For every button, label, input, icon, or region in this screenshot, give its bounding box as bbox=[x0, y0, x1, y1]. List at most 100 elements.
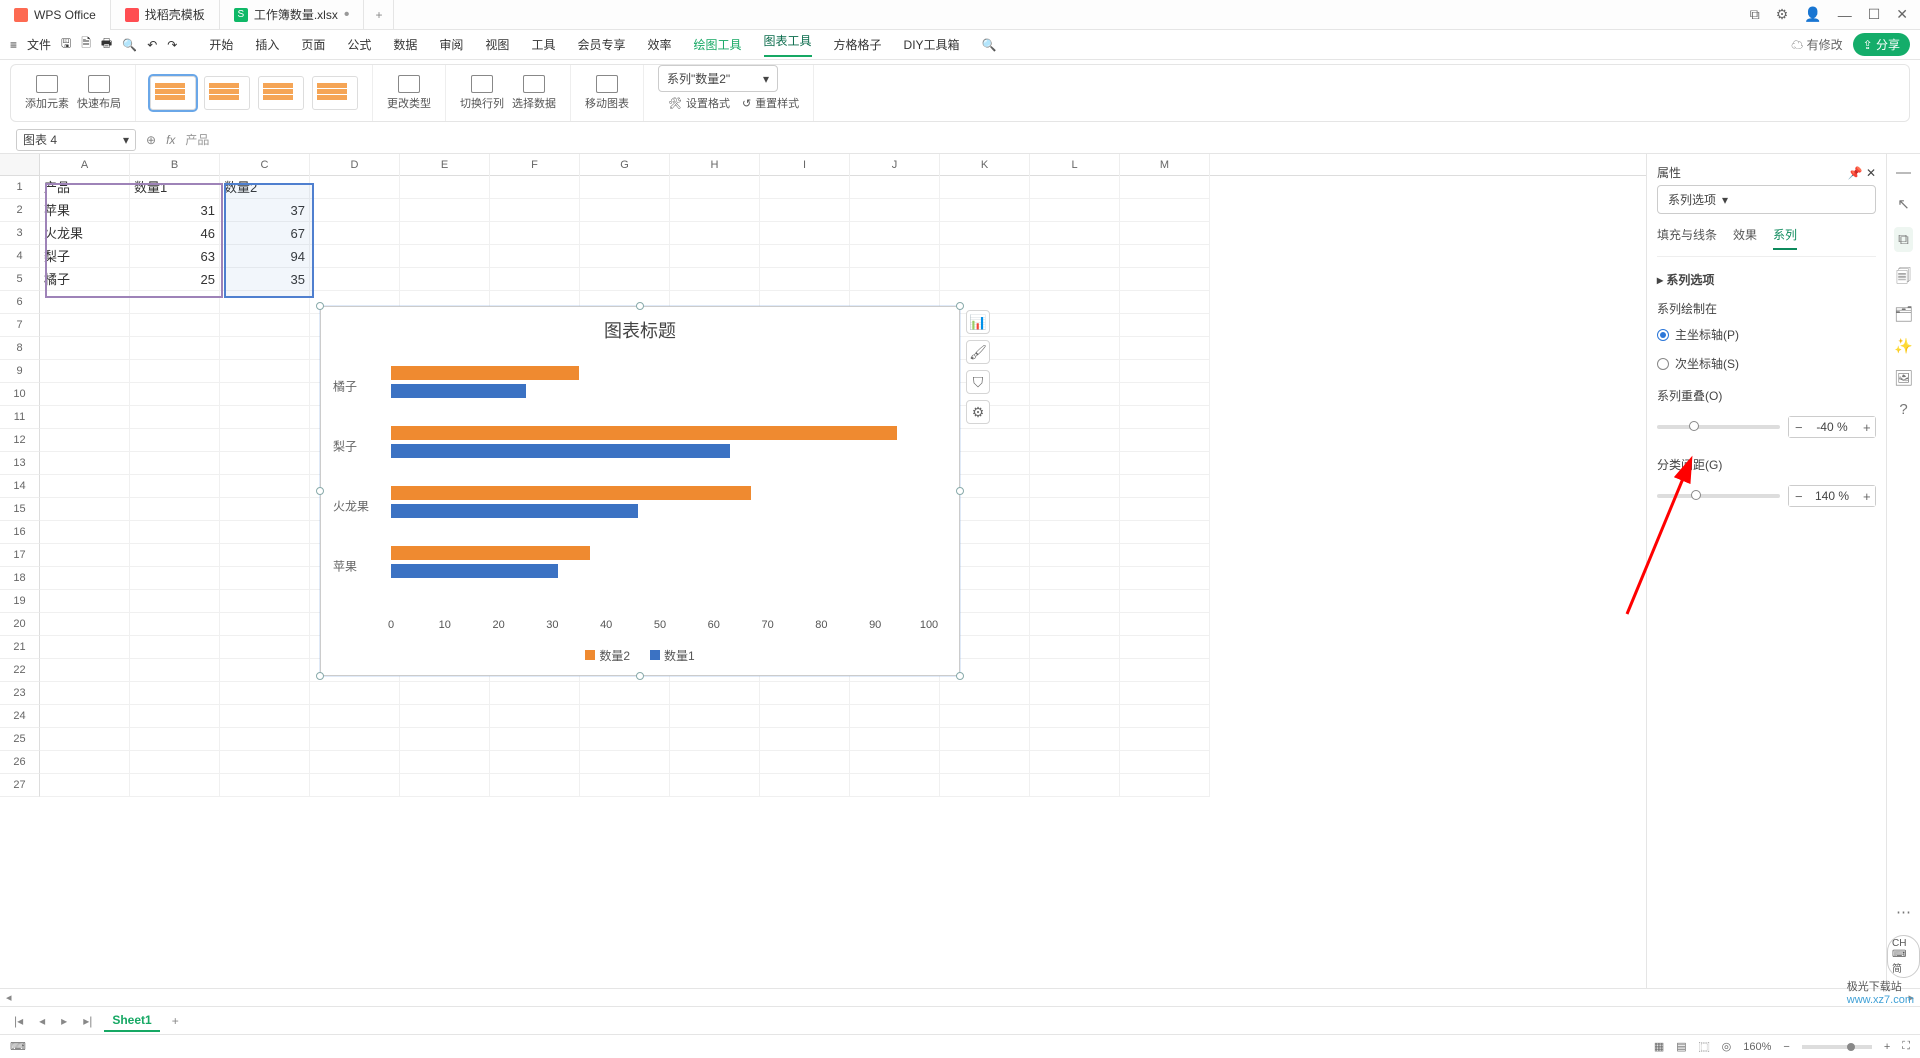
col-header[interactable]: D bbox=[310, 154, 400, 176]
cell[interactable] bbox=[760, 728, 850, 751]
cell[interactable] bbox=[1030, 291, 1120, 314]
cell[interactable] bbox=[940, 705, 1030, 728]
cell[interactable] bbox=[670, 199, 760, 222]
col-header[interactable]: M bbox=[1120, 154, 1210, 176]
cell[interactable] bbox=[220, 613, 310, 636]
add-sheet-button[interactable]: + bbox=[168, 1014, 183, 1028]
cell[interactable] bbox=[40, 705, 130, 728]
tab-drawing[interactable]: 绘图工具 bbox=[693, 36, 741, 53]
spreadsheet-grid[interactable]: ABCDEFGHIJKLM 1产品数量1数量22苹果31373火龙果46674梨… bbox=[0, 154, 1646, 988]
tab-start[interactable]: 开始 bbox=[209, 36, 233, 53]
cell[interactable] bbox=[220, 360, 310, 383]
cell[interactable] bbox=[940, 268, 1030, 291]
cell[interactable] bbox=[130, 406, 220, 429]
col-header[interactable]: F bbox=[490, 154, 580, 176]
cell[interactable] bbox=[40, 337, 130, 360]
cell[interactable] bbox=[220, 682, 310, 705]
cell[interactable] bbox=[1030, 406, 1120, 429]
cell[interactable] bbox=[580, 705, 670, 728]
row-header[interactable]: 1 bbox=[0, 176, 40, 199]
cell[interactable] bbox=[310, 751, 400, 774]
cell[interactable] bbox=[310, 774, 400, 797]
cell[interactable] bbox=[670, 774, 760, 797]
cell[interactable] bbox=[850, 245, 940, 268]
cell[interactable] bbox=[670, 682, 760, 705]
cell[interactable] bbox=[220, 659, 310, 682]
tab-insert[interactable]: 插入 bbox=[255, 36, 279, 53]
cell[interactable] bbox=[670, 705, 760, 728]
cell[interactable] bbox=[1030, 176, 1120, 199]
tab-tool[interactable]: 工具 bbox=[531, 36, 555, 53]
cell[interactable] bbox=[1120, 383, 1210, 406]
resize-handle[interactable] bbox=[316, 302, 324, 310]
chart-object[interactable]: 图表标题 橘子梨子火龙果苹果 0102030405060708090100 数量… bbox=[320, 306, 960, 676]
cell[interactable] bbox=[760, 222, 850, 245]
row-header[interactable]: 25 bbox=[0, 728, 40, 751]
cell[interactable] bbox=[490, 199, 580, 222]
cell[interactable] bbox=[760, 682, 850, 705]
cell[interactable] bbox=[580, 682, 670, 705]
chart-settings-button[interactable]: ⚙ bbox=[966, 400, 990, 424]
cell[interactable] bbox=[220, 314, 310, 337]
col-header[interactable]: C bbox=[220, 154, 310, 176]
cell[interactable] bbox=[1030, 383, 1120, 406]
cell[interactable] bbox=[1030, 475, 1120, 498]
fx-label[interactable]: fx bbox=[166, 133, 175, 147]
cell[interactable] bbox=[400, 705, 490, 728]
tab-chart-tools[interactable]: 图表工具 bbox=[764, 32, 812, 57]
cell[interactable] bbox=[130, 291, 220, 314]
cell[interactable] bbox=[760, 268, 850, 291]
row-header[interactable]: 16 bbox=[0, 521, 40, 544]
cell[interactable]: 25 bbox=[130, 268, 220, 291]
move-chart-button[interactable]: 移动图表 bbox=[585, 75, 629, 111]
cell[interactable] bbox=[1120, 636, 1210, 659]
cell[interactable] bbox=[40, 636, 130, 659]
cell[interactable] bbox=[1030, 199, 1120, 222]
cell[interactable] bbox=[220, 452, 310, 475]
cell[interactable] bbox=[310, 199, 400, 222]
reading-mode-icon[interactable]: ◎ bbox=[1722, 1040, 1732, 1053]
cell[interactable] bbox=[940, 751, 1030, 774]
resize-handle[interactable] bbox=[956, 672, 964, 680]
sheet-tab[interactable]: Sheet1 bbox=[104, 1010, 159, 1032]
cell[interactable] bbox=[40, 452, 130, 475]
cell[interactable] bbox=[1030, 728, 1120, 751]
cell[interactable] bbox=[400, 268, 490, 291]
zoom-in-button[interactable]: + bbox=[1884, 1041, 1890, 1053]
cell[interactable] bbox=[490, 774, 580, 797]
cell[interactable] bbox=[40, 590, 130, 613]
file-menu[interactable]: 文件 bbox=[27, 36, 51, 53]
bar-数量1[interactable] bbox=[391, 504, 638, 518]
panel-close-icon[interactable]: ✕ bbox=[1866, 166, 1876, 180]
row-header[interactable]: 27 bbox=[0, 774, 40, 797]
cell[interactable] bbox=[40, 751, 130, 774]
row-header[interactable]: 10 bbox=[0, 383, 40, 406]
tab-efficiency[interactable]: 效率 bbox=[647, 36, 671, 53]
overlap-spinner[interactable]: −-40 %+ bbox=[1788, 416, 1876, 438]
cell[interactable] bbox=[40, 521, 130, 544]
effects-icon[interactable]: ✨ bbox=[1894, 337, 1913, 355]
chart-title[interactable]: 图表标题 bbox=[321, 307, 959, 347]
radio-secondary-axis[interactable]: 次坐标轴(S) bbox=[1657, 352, 1876, 375]
cell[interactable] bbox=[1120, 314, 1210, 337]
cell[interactable] bbox=[40, 659, 130, 682]
row-header[interactable]: 17 bbox=[0, 544, 40, 567]
cell[interactable] bbox=[490, 728, 580, 751]
cell[interactable] bbox=[1030, 245, 1120, 268]
cell[interactable] bbox=[220, 406, 310, 429]
cell[interactable] bbox=[130, 498, 220, 521]
cell[interactable] bbox=[40, 613, 130, 636]
app-tab-file[interactable]: S工作簿数量.xlsx• bbox=[220, 0, 365, 30]
select-tool-icon[interactable]: ↖ bbox=[1897, 195, 1910, 213]
cell[interactable] bbox=[1030, 567, 1120, 590]
cell[interactable] bbox=[130, 728, 220, 751]
cell[interactable] bbox=[580, 199, 670, 222]
cell[interactable] bbox=[220, 728, 310, 751]
cell[interactable] bbox=[760, 705, 850, 728]
cell[interactable] bbox=[400, 222, 490, 245]
cell[interactable] bbox=[1120, 728, 1210, 751]
layout-icon[interactable]: 🗂 bbox=[1894, 305, 1913, 323]
cell[interactable] bbox=[1120, 429, 1210, 452]
cell[interactable] bbox=[1030, 337, 1120, 360]
cell[interactable] bbox=[400, 245, 490, 268]
